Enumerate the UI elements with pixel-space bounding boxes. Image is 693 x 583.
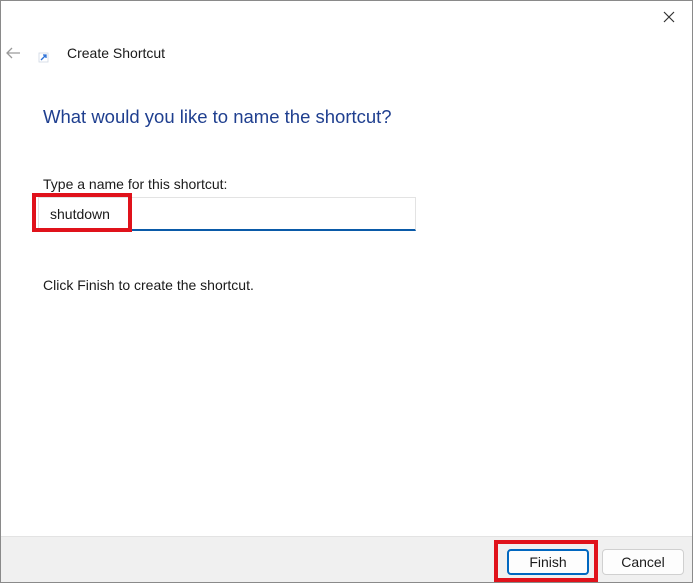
cancel-button[interactable]: Cancel [602,549,684,575]
close-icon [663,11,675,23]
dialog-footer: Finish Cancel [1,536,692,582]
finish-hint-text: Click Finish to create the shortcut. [43,277,254,293]
page-heading: What would you like to name the shortcut… [43,106,392,127]
back-button[interactable] [1,39,25,67]
close-button[interactable] [646,1,692,33]
shortcut-name-input[interactable] [38,197,416,231]
back-arrow-icon [6,47,20,59]
shortcut-name-label: Type a name for this shortcut: [43,176,228,192]
shortcut-arrow-icon [38,52,49,63]
window-title: Create Shortcut [67,45,166,61]
create-shortcut-dialog: Create Shortcut What would you like to n… [0,0,693,583]
finish-button[interactable]: Finish [507,549,589,575]
